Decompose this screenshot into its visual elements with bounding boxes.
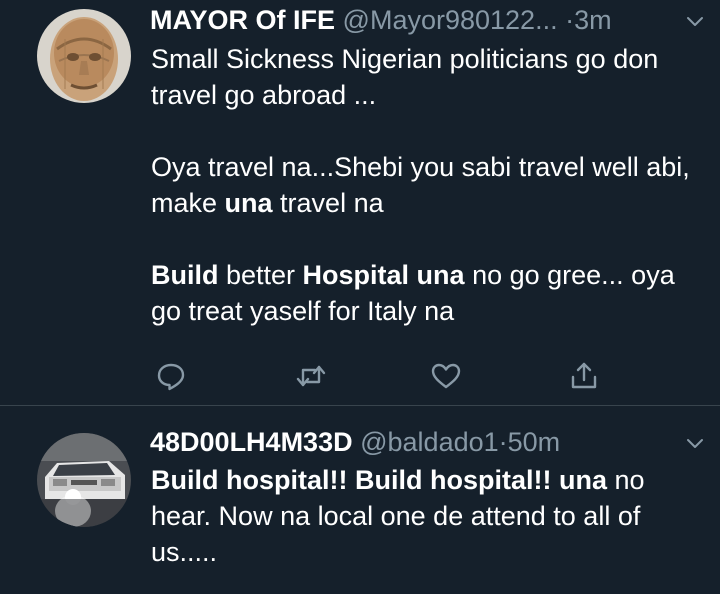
timestamp[interactable]: 50m bbox=[508, 427, 561, 457]
timeline-feed: MAYOR Of IFE @Mayor980122... ·3m Small S… bbox=[0, 0, 720, 594]
tweet-header: MAYOR Of IFE @Mayor980122... ·3m bbox=[150, 0, 700, 40]
tweet-text: Small Sickness Nigerian politicians go d… bbox=[151, 41, 692, 329]
retweet-icon[interactable] bbox=[295, 360, 327, 392]
reply-icon[interactable] bbox=[155, 360, 187, 392]
tweet-header: 48D00LH4M33D @baldado1·50m bbox=[150, 422, 700, 462]
display-name[interactable]: MAYOR Of IFE bbox=[150, 5, 335, 35]
tweet-text: Build hospital!! Build hospital!! una no… bbox=[151, 462, 692, 570]
share-icon[interactable] bbox=[568, 360, 600, 392]
display-name[interactable]: 48D00LH4M33D bbox=[150, 427, 353, 457]
handle[interactable]: @Mayor980122... bbox=[343, 5, 558, 35]
chevron-down-icon[interactable] bbox=[684, 432, 706, 454]
chevron-down-icon[interactable] bbox=[684, 10, 706, 32]
tweet[interactable]: MAYOR Of IFE @Mayor980122... ·3m Small S… bbox=[0, 0, 720, 405]
separator-dot: · bbox=[498, 427, 508, 457]
tweet-actions bbox=[150, 360, 610, 394]
tweet[interactable]: 48D00LH4M33D @baldado1·50m Build hospita… bbox=[0, 406, 720, 594]
separator-dot: · bbox=[565, 5, 575, 35]
timestamp[interactable]: 3m bbox=[574, 5, 612, 35]
tweet-paragraph: Build better Hospital una no go gree... … bbox=[151, 260, 675, 326]
avatar[interactable] bbox=[37, 433, 131, 527]
avatar[interactable] bbox=[37, 9, 131, 103]
tweet-paragraph: Oya travel na...Shebi you sabi travel we… bbox=[151, 152, 690, 218]
like-icon[interactable] bbox=[430, 360, 462, 392]
tweet-paragraph: Build hospital!! Build hospital!! una no… bbox=[151, 465, 645, 567]
handle[interactable]: @baldado1 bbox=[360, 427, 499, 457]
tweet-paragraph: Small Sickness Nigerian politicians go d… bbox=[151, 44, 659, 110]
